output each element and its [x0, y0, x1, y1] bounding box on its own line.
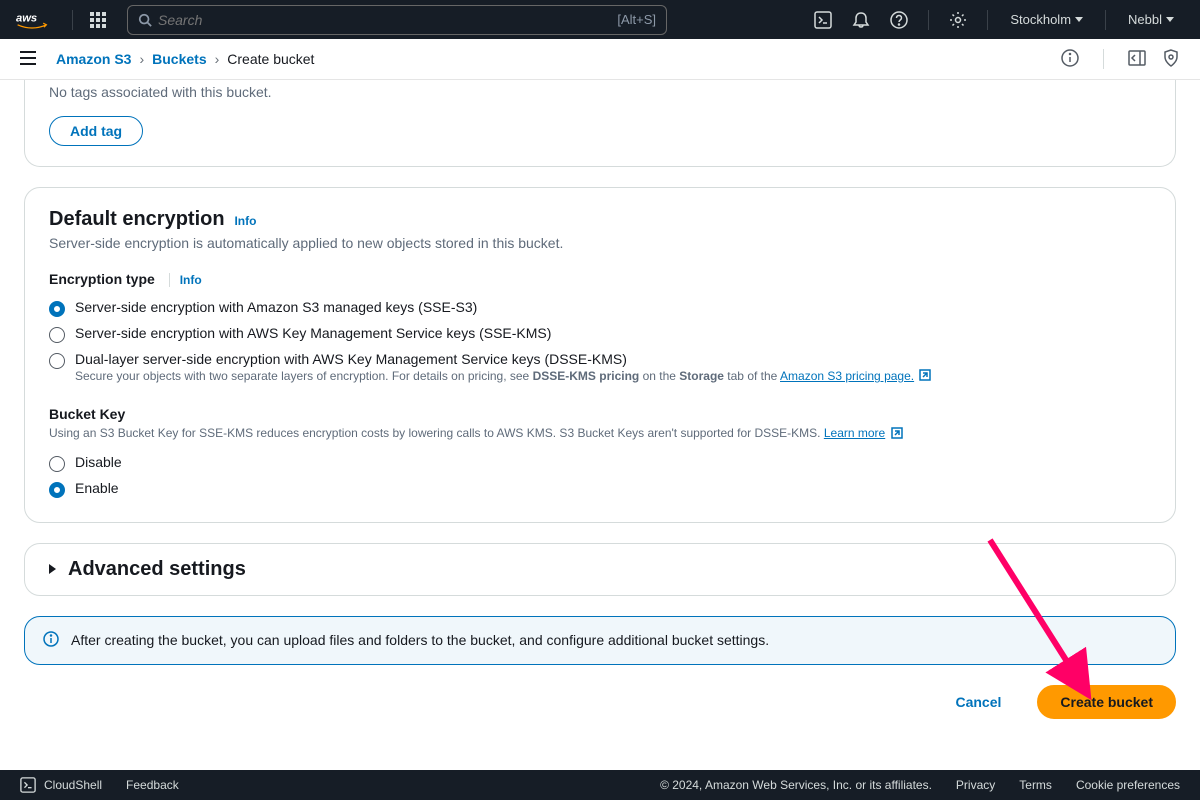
search-icon — [138, 13, 152, 27]
cloudshell-icon[interactable] — [806, 3, 840, 37]
radio-label: Server-side encryption with Amazon S3 ma… — [75, 299, 477, 315]
tags-empty-message: No tags associated with this bucket. — [49, 84, 1151, 100]
radio-dsse-kms[interactable]: Dual-layer server-side encryption with A… — [49, 347, 1151, 388]
info-icon — [43, 631, 59, 650]
footer-feedback[interactable]: Feedback — [126, 778, 179, 792]
footer-copyright: © 2024, Amazon Web Services, Inc. or its… — [660, 778, 932, 792]
radio-label: Dual-layer server-side encryption with A… — [75, 351, 931, 367]
advanced-settings-title: Advanced settings — [68, 558, 246, 581]
cancel-button[interactable]: Cancel — [935, 686, 1021, 718]
tags-section: No tags associated with this bucket. Add… — [24, 80, 1176, 167]
breadcrumb-service[interactable]: Amazon S3 — [56, 51, 131, 67]
radio-input[interactable] — [49, 301, 65, 317]
info-link[interactable]: Info — [169, 273, 202, 287]
default-encryption-section: Default encryption Info Server-side encr… — [24, 187, 1176, 523]
radio-input[interactable] — [49, 353, 65, 369]
radio-bucket-key-disable[interactable]: Disable — [49, 450, 1151, 476]
section-title: Default encryption — [49, 208, 225, 231]
radio-label: Enable — [75, 480, 119, 496]
cloudshell-icon — [20, 777, 36, 793]
region-label: Stockholm — [1010, 12, 1071, 27]
radio-label: Server-side encryption with AWS Key Mana… — [75, 325, 551, 341]
footer-cloudshell-label: CloudShell — [44, 778, 102, 792]
learn-more-link[interactable]: Learn more — [824, 426, 885, 440]
aws-logo[interactable]: aws — [16, 10, 48, 30]
chevron-down-icon — [1166, 17, 1174, 23]
footer-terms[interactable]: Terms — [1019, 778, 1052, 792]
caret-right-icon — [49, 564, 56, 574]
services-grid-icon[interactable] — [81, 3, 115, 37]
footer: CloudShell Feedback © 2024, Amazon Web S… — [0, 770, 1200, 800]
notifications-icon[interactable] — [844, 3, 878, 37]
radio-sse-s3[interactable]: Server-side encryption with Amazon S3 ma… — [49, 295, 1151, 321]
divider — [1105, 10, 1106, 30]
account-label: Nebbl — [1128, 12, 1162, 27]
radio-sse-kms[interactable]: Server-side encryption with AWS Key Mana… — [49, 321, 1151, 347]
radio-input[interactable] — [49, 327, 65, 343]
chevron-right-icon: › — [215, 51, 220, 67]
external-link-icon — [891, 427, 903, 442]
section-description: Server-side encryption is automatically … — [49, 235, 1151, 251]
breadcrumb-bar: Amazon S3 › Buckets › Create bucket — [0, 39, 1200, 80]
divider — [72, 10, 73, 30]
shield-icon[interactable] — [1162, 49, 1180, 70]
page-content: No tags associated with this bucket. Add… — [0, 80, 1200, 759]
bucket-key-label: Bucket Key — [49, 406, 1151, 422]
breadcrumb-buckets[interactable]: Buckets — [152, 51, 206, 67]
breadcrumb-current: Create bucket — [227, 51, 314, 67]
advanced-settings-toggle[interactable]: Advanced settings — [24, 543, 1176, 596]
field-label-text: Encryption type — [49, 271, 155, 287]
radio-bucket-key-enable[interactable]: Enable — [49, 476, 1151, 502]
external-link-icon — [919, 369, 931, 384]
radio-label: Disable — [75, 454, 122, 470]
divider — [1103, 49, 1104, 69]
global-search[interactable]: [Alt+S] — [127, 5, 667, 35]
account-menu[interactable]: Nebbl — [1118, 12, 1184, 27]
create-bucket-button[interactable]: Create bucket — [1037, 685, 1176, 719]
settings-icon[interactable] — [941, 3, 975, 37]
chevron-right-icon: › — [139, 51, 144, 67]
side-nav-toggle-icon[interactable] — [20, 51, 36, 68]
search-shortcut: [Alt+S] — [617, 12, 656, 27]
divider — [987, 10, 988, 30]
footer-privacy[interactable]: Privacy — [956, 778, 995, 792]
chevron-down-icon — [1075, 17, 1083, 23]
add-tag-button[interactable]: Add tag — [49, 116, 143, 146]
divider — [928, 10, 929, 30]
bucket-key-group: Disable Enable — [49, 450, 1151, 502]
breadcrumb: Amazon S3 › Buckets › Create bucket — [56, 51, 314, 67]
search-input[interactable] — [158, 12, 617, 28]
global-nav: aws [Alt+S] Stockholm Nebbl — [0, 0, 1200, 39]
bucket-key-help: Using an S3 Bucket Key for SSE-KMS reduc… — [49, 426, 1151, 441]
footer-cloudshell[interactable]: CloudShell — [20, 777, 102, 793]
help-icon[interactable] — [882, 3, 916, 37]
region-selector[interactable]: Stockholm — [1000, 12, 1093, 27]
info-icon[interactable] — [1061, 49, 1079, 70]
pricing-link[interactable]: Amazon S3 pricing page. — [780, 369, 914, 383]
svg-text:aws: aws — [16, 12, 37, 24]
radio-input[interactable] — [49, 482, 65, 498]
radio-input[interactable] — [49, 456, 65, 472]
info-banner: After creating the bucket, you can uploa… — [24, 616, 1176, 665]
encryption-type-group: Server-side encryption with Amazon S3 ma… — [49, 295, 1151, 388]
panel-icon[interactable] — [1128, 49, 1146, 70]
footer-cookies[interactable]: Cookie preferences — [1076, 778, 1180, 792]
encryption-type-label: Encryption type Info — [49, 271, 1151, 287]
radio-description: Secure your objects with two separate la… — [75, 369, 931, 384]
info-banner-text: After creating the bucket, you can uploa… — [71, 632, 769, 648]
info-link[interactable]: Info — [234, 214, 256, 228]
form-actions: Cancel Create bucket — [24, 685, 1176, 719]
